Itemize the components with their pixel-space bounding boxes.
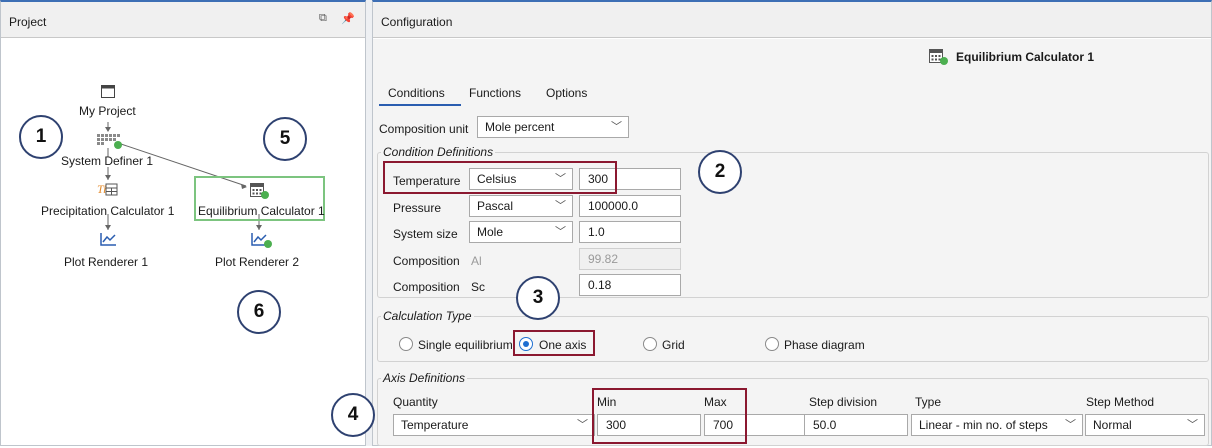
axis-definitions-title: Axis Definitions [381,371,468,385]
chevron-down-icon: ﹀ [1187,419,1198,431]
arrowhead [105,175,111,180]
type-header: Type [915,395,942,409]
axis-type-value: Linear - min no. of steps [919,418,1048,432]
arrowhead [256,225,262,230]
pressure-unit-select[interactable]: Pascal ﹀ [469,195,573,217]
quantity-header: Quantity [393,395,438,409]
callout-5: 5 [263,117,307,161]
arrowhead [105,127,111,132]
tab-options[interactable]: Options [546,86,587,100]
chevron-down-icon: ﹀ [555,200,566,212]
system-size-unit-value: Mole [477,225,504,239]
step-method-value: Normal [1093,418,1132,432]
one-axis-highlight [513,330,595,356]
composition-sc-label: Composition [393,280,460,294]
callout-2: 2 [698,150,742,194]
composition-unit-value: Mole percent [485,120,555,134]
window-icon[interactable] [101,85,115,98]
min-max-highlight [592,388,747,444]
callout-4: 4 [331,393,375,437]
active-tab-indicator [379,104,461,106]
pressure-input[interactable]: 100000.0 [579,195,681,217]
composition-unit-label: Composition unit [379,122,469,136]
condition-definitions-title: Condition Definitions [381,145,496,159]
tab-functions[interactable]: Functions [469,86,521,100]
callout-6: 6 [237,290,281,334]
node-equilibrium-calculator[interactable]: Equilibrium Calculator 1 [198,204,325,218]
composition-al-input: 99.82 [579,248,681,270]
svg-text:Ti: Ti [97,182,106,196]
plot-icon[interactable] [100,232,117,247]
plot-icon[interactable] [251,232,273,249]
axis-type-select[interactable]: Linear - min no. of steps ﹀ [911,414,1083,436]
composition-sc-element: Sc [471,280,486,294]
step-division-input[interactable]: 50.0 [804,414,908,436]
callout-1: 1 [19,115,63,159]
node-precipitation-calculator[interactable]: Precipitation Calculator 1 [41,204,174,218]
configuration-node-title: Equilibrium Calculator 1 [956,50,1095,64]
calculator-icon[interactable] [250,183,270,199]
pressure-unit-value: Pascal [477,199,514,213]
step-method-header: Step Method [1086,395,1155,409]
radio-single-equilibrium[interactable] [399,337,413,351]
chevron-down-icon: ﹀ [611,121,622,133]
system-definer-icon[interactable] [97,134,123,150]
configuration-panel-header: Configuration [373,2,1211,38]
system-size-label: System size [393,227,458,241]
node-plot-renderer-1[interactable]: Plot Renderer 1 [64,255,148,269]
option-grid-label[interactable]: Grid [662,338,685,352]
step-division-header: Step division [809,395,878,409]
tree-connectors [105,122,262,230]
precipitation-calculator-icon[interactable]: Ti [97,181,119,197]
configuration-panel: Configuration Equilibrium Calculator 1 C… [331,0,1212,446]
chevron-down-icon: ﹀ [1065,419,1076,431]
composition-al-label: Composition [393,254,460,268]
callout-3: 3 [516,276,560,320]
temperature-highlight [383,161,617,194]
composition-sc-input[interactable]: 0.18 [579,274,681,296]
arrowhead [105,225,111,230]
system-size-input[interactable]: 1.0 [579,221,681,243]
option-phase-diagram-label[interactable]: Phase diagram [784,338,865,352]
axis-quantity-select[interactable]: Temperature ﹀ [393,414,595,436]
project-panel: Project ⧉ 📌 My Project System Definer 1 … [0,0,366,446]
system-size-unit-select[interactable]: Mole ﹀ [469,221,573,243]
node-system-definer[interactable]: System Definer 1 [61,154,153,168]
axis-quantity-value: Temperature [401,418,469,432]
configuration-panel-title: Configuration [381,15,453,29]
radio-phase-diagram[interactable] [765,337,779,351]
calculation-type-title: Calculation Type [381,309,474,323]
composition-al-element: Al [471,254,482,268]
chevron-down-icon: ﹀ [555,226,566,238]
node-my-project[interactable]: My Project [79,104,136,118]
chevron-down-icon: ﹀ [577,419,588,431]
radio-grid[interactable] [643,337,657,351]
tab-conditions[interactable]: Conditions [388,86,445,100]
node-plot-renderer-2[interactable]: Plot Renderer 2 [215,255,299,269]
pressure-label: Pressure [393,201,442,215]
option-single-equilibrium-label[interactable]: Single equilibrium [418,338,513,352]
composition-unit-select[interactable]: Mole percent ﹀ [477,116,629,138]
step-method-select[interactable]: Normal ﹀ [1085,414,1205,436]
calculator-icon [929,49,948,65]
